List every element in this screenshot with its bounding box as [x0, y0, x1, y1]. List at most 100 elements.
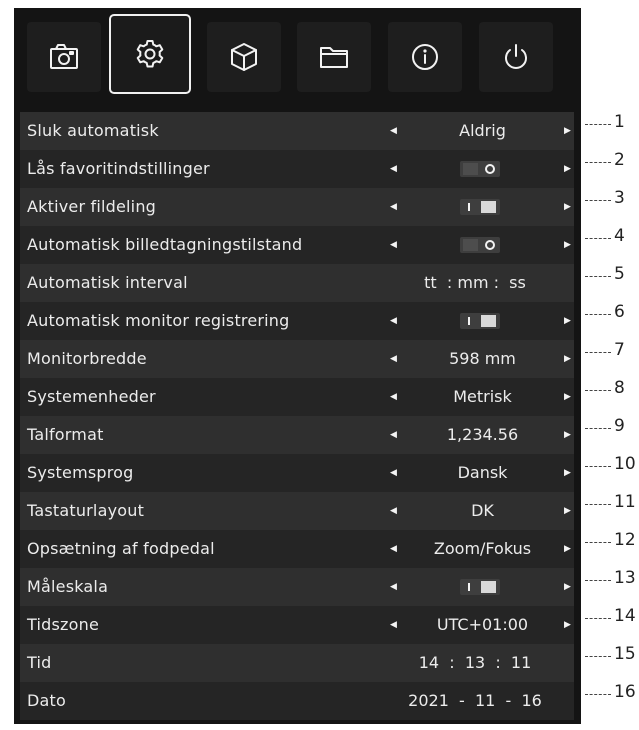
setting-row[interactable]: Automatisk interval tt : mm : ss: [20, 264, 574, 302]
arrow-right-icon[interactable]: ▶: [564, 416, 571, 454]
callout: 8: [583, 370, 639, 408]
arrow-left-icon[interactable]: ◀: [390, 492, 397, 530]
callout-number: 7: [614, 340, 625, 360]
tab-3d[interactable]: [207, 22, 281, 92]
callout-number: 6: [614, 302, 625, 322]
setting-label: Måleskala: [27, 577, 109, 596]
setting-row[interactable]: Lås favoritindstillinger ◀ ▶: [20, 150, 574, 188]
arrow-right-icon[interactable]: ▶: [564, 492, 571, 530]
tab-settings[interactable]: [109, 14, 191, 94]
arrow-right-icon[interactable]: ▶: [564, 226, 571, 264]
callout-number: 3: [614, 188, 625, 208]
callout: 2: [583, 142, 639, 180]
arrow-left-icon[interactable]: ◀: [390, 112, 397, 150]
setting-row[interactable]: Systemenheder ◀ ▶ Metrisk: [20, 378, 574, 416]
arrow-right-icon[interactable]: ▶: [564, 454, 571, 492]
callout-leader-line: [585, 618, 611, 619]
setting-row[interactable]: Opsætning af fodpedal ◀ ▶ Zoom/Fokus: [20, 530, 574, 568]
arrow-left-icon[interactable]: ◀: [390, 150, 397, 188]
callout: 1: [583, 104, 639, 142]
toggle-switch-on[interactable]: [460, 313, 500, 329]
arrow-left-icon[interactable]: ◀: [390, 188, 397, 226]
folder-icon: [320, 47, 348, 68]
camera-icon: [50, 44, 78, 69]
arrow-left-icon[interactable]: ◀: [390, 530, 397, 568]
callout-leader-line: [585, 352, 611, 353]
setting-value: Zoom/Fokus: [433, 539, 532, 558]
setting-row[interactable]: Aktiver fildeling ◀ ▶: [20, 188, 574, 226]
tab-power[interactable]: [479, 22, 553, 92]
setting-row[interactable]: Systemsprog ◀ ▶ Dansk: [20, 454, 574, 492]
toggle-knob: [481, 201, 496, 213]
setting-label: Automatisk billedtagningstilstand: [27, 235, 303, 254]
arrow-left-icon[interactable]: ◀: [390, 226, 397, 264]
setting-value[interactable]: tt : mm : ss: [380, 264, 570, 302]
callout-number: 9: [614, 416, 625, 436]
arrow-right-icon[interactable]: ▶: [564, 530, 571, 568]
callout: 4: [583, 218, 639, 256]
setting-row[interactable]: Automatisk monitor registrering ◀ ▶: [20, 302, 574, 340]
toggle-switch-off[interactable]: [460, 237, 500, 253]
arrow-left-icon[interactable]: ◀: [390, 378, 397, 416]
arrow-right-icon[interactable]: ▶: [564, 606, 571, 644]
gear-icon: [136, 40, 164, 68]
toggle-switch-off[interactable]: [460, 161, 500, 177]
callout-number: 13: [614, 568, 636, 588]
tab-bar: [19, 14, 575, 98]
setting-row[interactable]: Dato 2021 - 11 - 16: [20, 682, 574, 720]
tab-info[interactable]: [388, 22, 462, 92]
callout-number: 2: [614, 150, 625, 170]
arrow-left-icon[interactable]: ◀: [390, 340, 397, 378]
arrow-right-icon[interactable]: ▶: [564, 340, 571, 378]
setting-row[interactable]: Talformat ◀ ▶ 1,234.56: [20, 416, 574, 454]
setting-label: Tid: [27, 653, 52, 672]
arrow-right-icon[interactable]: ▶: [564, 188, 571, 226]
toggle-on-mark: [468, 317, 470, 325]
setting-row[interactable]: Tastaturlayout ◀ ▶ DK: [20, 492, 574, 530]
callout-number: 14: [614, 606, 636, 626]
arrow-right-icon[interactable]: ▶: [564, 568, 571, 606]
toggle-knob: [481, 581, 496, 593]
tab-camera[interactable]: [27, 22, 101, 92]
toggle-switch-on[interactable]: [460, 579, 500, 595]
callout-leader-line: [585, 276, 611, 277]
setting-row[interactable]: Tidszone ◀ ▶ UTC+01:00: [20, 606, 574, 644]
setting-row[interactable]: Sluk automatisk ◀ ▶ Aldrig: [20, 112, 574, 150]
arrow-left-icon[interactable]: ◀: [390, 606, 397, 644]
arrow-right-icon[interactable]: ▶: [564, 150, 571, 188]
callout-leader-line: [585, 656, 611, 657]
arrow-left-icon[interactable]: ◀: [390, 454, 397, 492]
callout-leader-line: [585, 314, 611, 315]
callout: 13: [583, 560, 639, 598]
callout: 11: [583, 484, 639, 522]
callout-number: 4: [614, 226, 625, 246]
toggle-switch-on[interactable]: [460, 199, 500, 215]
setting-value[interactable]: 14 : 13 : 11: [380, 644, 570, 682]
callout: 3: [583, 180, 639, 218]
tab-files[interactable]: [297, 22, 371, 92]
settings-list: Sluk automatisk ◀ ▶ Aldrig Lås favoritindsti…: [20, 112, 574, 720]
callout-number: 1: [614, 112, 625, 132]
callout-leader-line: [585, 504, 611, 505]
arrow-left-icon[interactable]: ◀: [390, 416, 397, 454]
toggle-off-mark: [485, 164, 495, 174]
setting-row[interactable]: Tid 14 : 13 : 11: [20, 644, 574, 682]
setting-row[interactable]: Monitorbredde ◀ ▶ 598 mm: [20, 340, 574, 378]
setting-row[interactable]: Automatisk billedtagningstilstand ◀ ▶: [20, 226, 574, 264]
callout-leader-line: [585, 390, 611, 391]
setting-value[interactable]: 2021 - 11 - 16: [380, 682, 570, 720]
arrow-right-icon[interactable]: ▶: [564, 302, 571, 340]
toggle-off-mark: [485, 240, 495, 250]
setting-label: Aktiver fildeling: [27, 197, 157, 216]
callout: 14: [583, 598, 639, 636]
callout-leader-line: [585, 542, 611, 543]
arrow-left-icon[interactable]: ◀: [390, 302, 397, 340]
callout-leader-line: [585, 200, 611, 201]
setting-value: DK: [471, 501, 494, 520]
setting-row[interactable]: Måleskala ◀ ▶: [20, 568, 574, 606]
setting-label: Automatisk monitor registrering: [27, 311, 290, 330]
callout: 5: [583, 256, 639, 294]
arrow-right-icon[interactable]: ▶: [564, 112, 571, 150]
arrow-right-icon[interactable]: ▶: [564, 378, 571, 416]
arrow-left-icon[interactable]: ◀: [390, 568, 397, 606]
